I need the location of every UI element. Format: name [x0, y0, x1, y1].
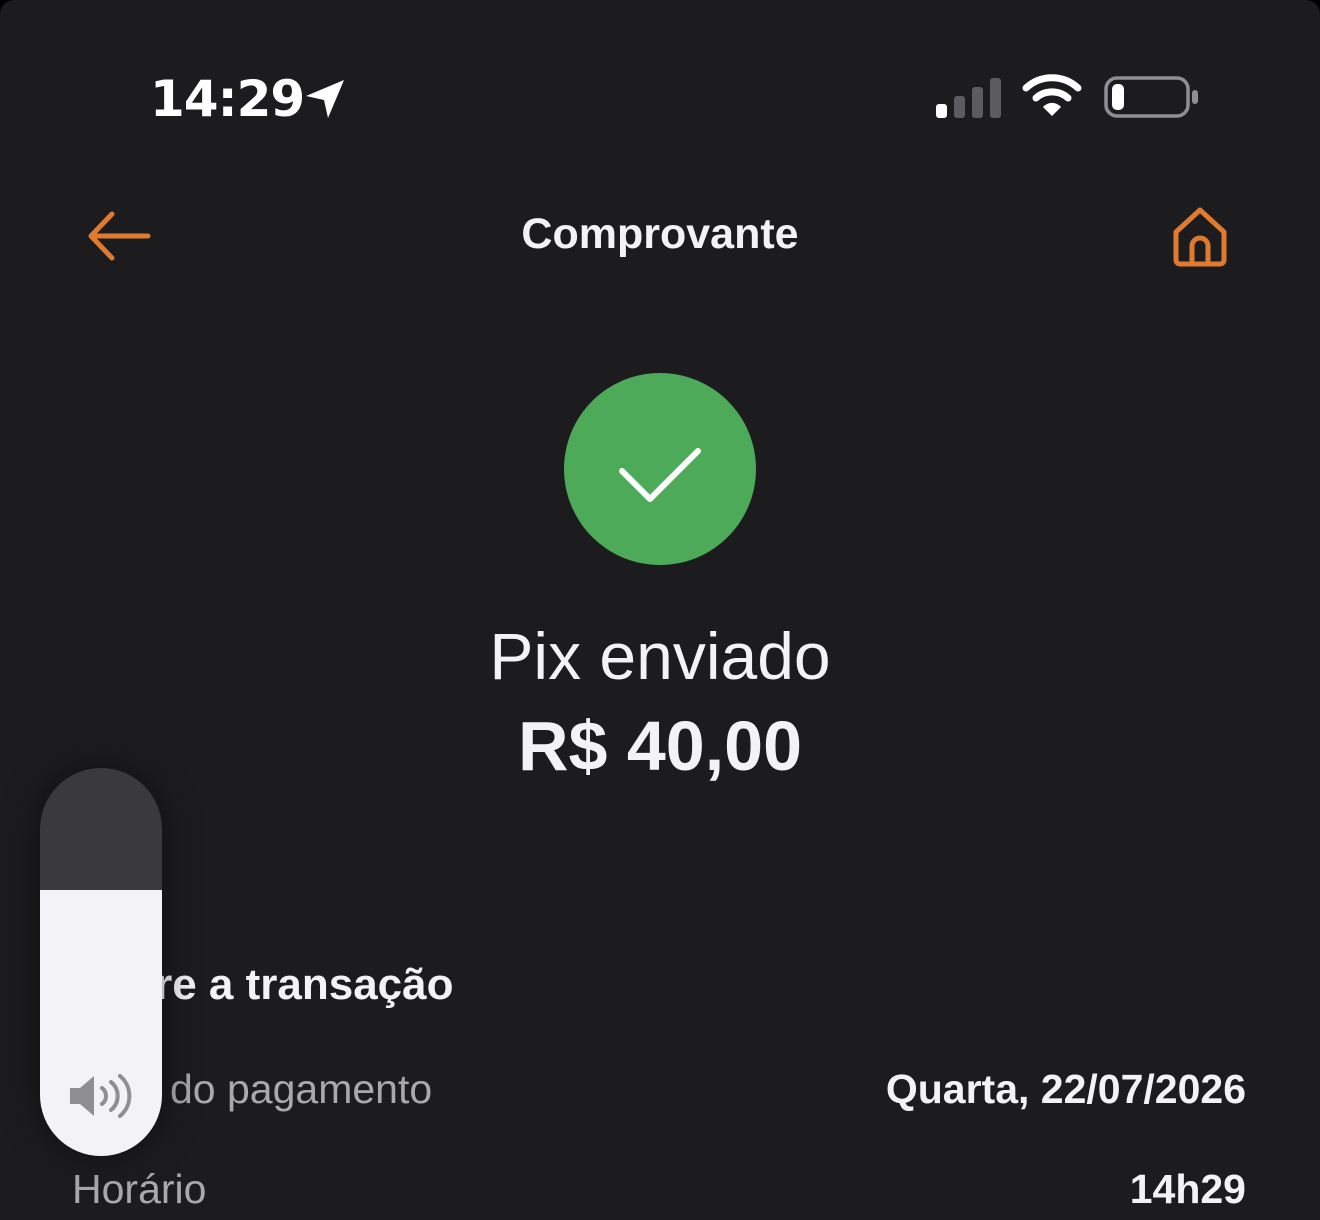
- location-arrow-icon: [306, 80, 344, 118]
- cellular-signal-icon: [936, 78, 1001, 118]
- battery-icon: [1104, 76, 1198, 118]
- wifi-icon: [1022, 74, 1082, 116]
- transfer-status: Pix enviado: [489, 619, 831, 693]
- volume-slider[interactable]: [40, 768, 162, 1156]
- transfer-amount: R$ 40,00: [517, 707, 803, 785]
- success-badge: [564, 373, 756, 565]
- phone-screen: 14:29 Comprovante Pix enviado R$ 40,00 S…: [0, 0, 1320, 1220]
- status-time: 14:29: [150, 70, 305, 128]
- home-icon: [1173, 207, 1227, 267]
- page-title: Comprovante: [521, 210, 799, 258]
- time-value: 14h29: [1129, 1166, 1246, 1212]
- checkmark-icon: [619, 448, 701, 502]
- home-button[interactable]: [1164, 200, 1236, 272]
- time-label: Horário: [72, 1166, 207, 1212]
- payment-date-value: Quarta, 22/07/2026: [885, 1066, 1246, 1112]
- speaker-icon: [70, 1074, 132, 1118]
